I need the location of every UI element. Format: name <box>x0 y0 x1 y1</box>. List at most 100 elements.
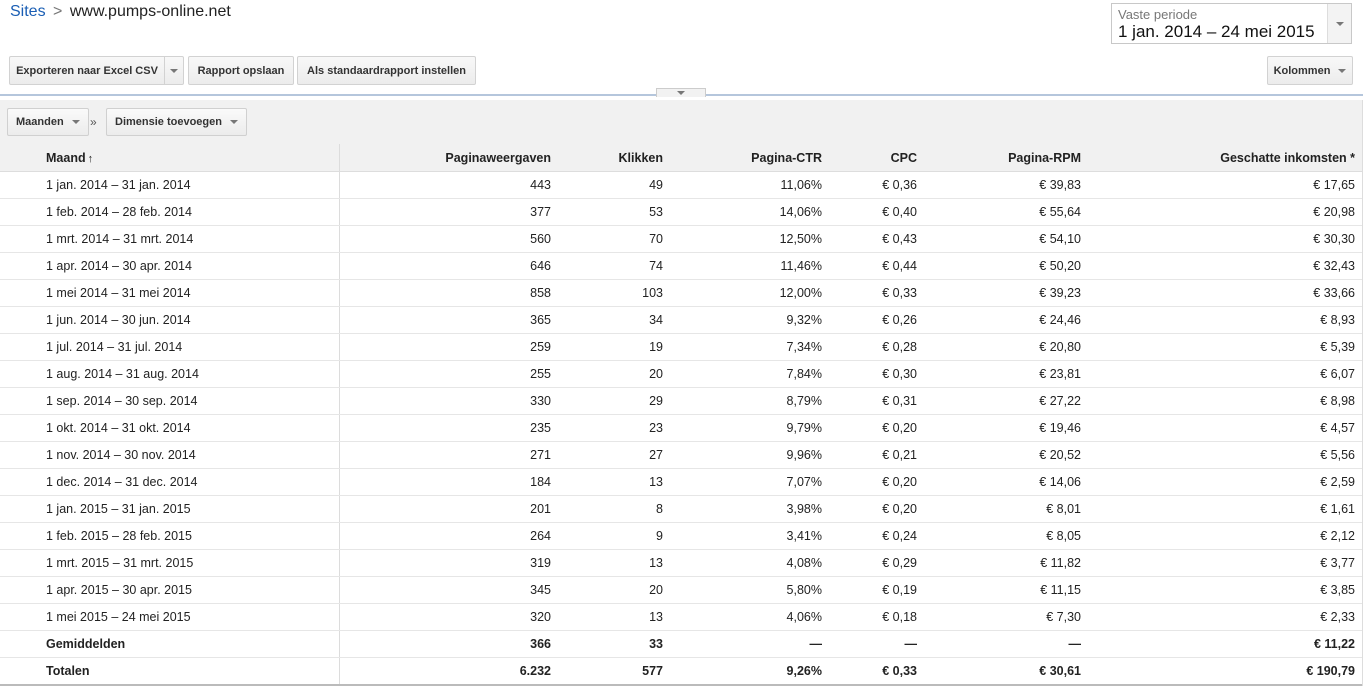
save-report-button[interactable]: Rapport opslaan <box>188 56 294 85</box>
cell-clicks: 49 <box>551 171 663 199</box>
cell-month: 1 mei 2015 – 24 mei 2015 <box>0 603 340 631</box>
cell-cpc: € 0,28 <box>822 333 917 361</box>
cell-clicks: 577 <box>551 657 663 686</box>
chevron-down-icon <box>677 91 685 95</box>
cell-page-ctr: 12,00% <box>663 279 822 307</box>
cell-month: 1 jun. 2014 – 30 jun. 2014 <box>0 306 340 334</box>
breadcrumb-sites-link[interactable]: Sites <box>10 3 46 20</box>
cell-clicks: 29 <box>551 387 663 415</box>
columns-button[interactable]: Kolommen <box>1267 56 1353 85</box>
cell-page-rpm: € 8,01 <box>917 495 1081 523</box>
table-row: 1 jun. 2014 – 30 jun. 2014 365 34 9,32% € 0,… <box>0 306 1363 334</box>
cell-month: 1 nov. 2014 – 30 nov. 2014 <box>0 441 340 469</box>
column-header-clicks[interactable]: Klikken <box>551 144 663 172</box>
table-right-border <box>1362 100 1363 686</box>
cell-clicks: 13 <box>551 549 663 577</box>
cell-estimated-earnings: € 190,79 <box>1081 657 1363 686</box>
cell-estimated-earnings: € 3,77 <box>1081 549 1363 577</box>
cell-cpc: € 0,44 <box>822 252 917 280</box>
cell-page-ctr: 12,50% <box>663 225 822 253</box>
cell-estimated-earnings: € 3,85 <box>1081 576 1363 604</box>
cell-pageviews: 377 <box>339 198 551 226</box>
cell-page-rpm: € 8,05 <box>917 522 1081 550</box>
cell-cpc: € 0,33 <box>822 657 917 686</box>
cell-month: Totalen <box>0 657 340 686</box>
averages-row: Gemiddelden 366 33— — — € 11,22 <box>0 630 1363 658</box>
cell-estimated-earnings: € 8,93 <box>1081 306 1363 334</box>
cell-clicks: 13 <box>551 603 663 631</box>
table-row: 1 mei 2014 – 31 mei 2014 858 103 12,00% € 0,… <box>0 279 1363 307</box>
date-range-picker[interactable]: Vaste periode 1 jan. 2014 – 24 mei 2015 <box>1111 3 1352 44</box>
cell-page-rpm: € 54,10 <box>917 225 1081 253</box>
table-row: 1 nov. 2014 – 30 nov. 2014 271 27 9,96% € 0,… <box>0 441 1363 469</box>
cell-pageviews: 443 <box>339 171 551 199</box>
cell-cpc: € 0,18 <box>822 603 917 631</box>
cell-estimated-earnings: € 2,59 <box>1081 468 1363 496</box>
cell-pageviews: 345 <box>339 576 551 604</box>
cell-pageviews: 201 <box>339 495 551 523</box>
set-default-report-button[interactable]: Als standaardrapport instellen <box>297 56 476 85</box>
cell-page-ctr: 7,34% <box>663 333 822 361</box>
cell-pageviews: 6.232 <box>339 657 551 686</box>
column-header-estimated-earnings[interactable]: Geschatte inkomsten * <box>1081 144 1363 172</box>
cell-page-ctr: 9,79% <box>663 414 822 442</box>
column-header-month[interactable]: Maand ↑ <box>0 144 340 172</box>
cell-page-rpm: € 19,46 <box>917 414 1081 442</box>
date-range-label: Vaste periode <box>1118 7 1198 22</box>
cell-clicks: 103 <box>551 279 663 307</box>
cell-cpc: € 0,21 <box>822 441 917 469</box>
dimension-bar: Maanden » Dimensie toevoegen <box>0 100 1363 145</box>
cell-estimated-earnings: € 6,07 <box>1081 360 1363 388</box>
column-header-pageviews[interactable]: Paginaweergaven <box>339 144 551 172</box>
cell-page-ctr: 9,26% <box>663 657 822 686</box>
table-row: 1 mei 2015 – 24 mei 2015 320 13 4,06% € 0,18… <box>0 603 1363 631</box>
table-header-row: Maand ↑ Paginaweergaven Klikken Pagina-CT… <box>0 144 1363 172</box>
dimension-months-button[interactable]: Maanden <box>7 108 89 136</box>
cell-clicks: 19 <box>551 333 663 361</box>
column-header-cpc[interactable]: CPC <box>822 144 917 172</box>
totals-row: Totalen 6.232 577 9,26% € 0,33 € 30,61 € 190,7… <box>0 657 1363 686</box>
cell-cpc: € 0,43 <box>822 225 917 253</box>
cell-page-rpm: € 11,15 <box>917 576 1081 604</box>
cell-pageviews: 858 <box>339 279 551 307</box>
cell-page-ctr: 5,80% <box>663 576 822 604</box>
table-row: 1 okt. 2014 – 31 okt. 2014 235 23 9,79% € 0,… <box>0 414 1363 442</box>
cell-cpc: € 0,19 <box>822 576 917 604</box>
export-options-dropdown[interactable] <box>164 56 184 85</box>
cell-pageviews: 366 <box>339 630 551 658</box>
cell-month: 1 jul. 2014 – 31 jul. 2014 <box>0 333 340 361</box>
cell-pageviews: 320 <box>339 603 551 631</box>
breadcrumb: Sites > www.pumps-online.net <box>10 3 231 21</box>
column-header-page-ctr[interactable]: Pagina-CTR <box>663 144 822 172</box>
table-row: 1 jan. 2014 – 31 jan. 2014 443 49 11,06% € 0… <box>0 171 1363 199</box>
cell-page-rpm: € 24,46 <box>917 306 1081 334</box>
chevron-down-icon <box>1336 22 1344 26</box>
export-csv-button[interactable]: Exporteren naar Excel CSV <box>9 56 165 85</box>
cell-page-rpm: € 39,83 <box>917 171 1081 199</box>
collapse-toggle[interactable] <box>656 88 706 97</box>
date-range-value: 1 jan. 2014 – 24 mei 2015 <box>1118 22 1315 41</box>
cell-page-rpm: € 39,23 <box>917 279 1081 307</box>
cell-cpc: € 0,31 <box>822 387 917 415</box>
cell-estimated-earnings: € 17,65 <box>1081 171 1363 199</box>
cell-page-rpm: € 20,80 <box>917 333 1081 361</box>
cell-pageviews: 184 <box>339 468 551 496</box>
cell-page-rpm: — <box>917 630 1081 658</box>
table-row: 1 mrt. 2014 – 31 mrt. 2014 560 70 12,50% € 0… <box>0 225 1363 253</box>
cell-estimated-earnings: € 11,22 <box>1081 630 1363 658</box>
cell-page-ctr: 14,06% <box>663 198 822 226</box>
cell-cpc: — <box>822 630 917 658</box>
add-dimension-button[interactable]: Dimensie toevoegen <box>106 108 247 136</box>
table-row: 1 feb. 2015 – 28 feb. 2015 264 9 3,41% € 0,2… <box>0 522 1363 550</box>
cell-clicks: 27 <box>551 441 663 469</box>
cell-page-ctr: 9,32% <box>663 306 822 334</box>
export-csv-label: Exporteren naar Excel CSV <box>16 64 158 77</box>
column-header-page-rpm[interactable]: Pagina-RPM <box>917 144 1081 172</box>
date-range-dropdown[interactable] <box>1327 4 1351 43</box>
cell-month: 1 jan. 2014 – 31 jan. 2014 <box>0 171 340 199</box>
cell-clicks: 70 <box>551 225 663 253</box>
cell-page-rpm: € 50,20 <box>917 252 1081 280</box>
cell-clicks: 74 <box>551 252 663 280</box>
cell-clicks: 23 <box>551 414 663 442</box>
dimension-months-label: Maanden <box>16 116 64 128</box>
